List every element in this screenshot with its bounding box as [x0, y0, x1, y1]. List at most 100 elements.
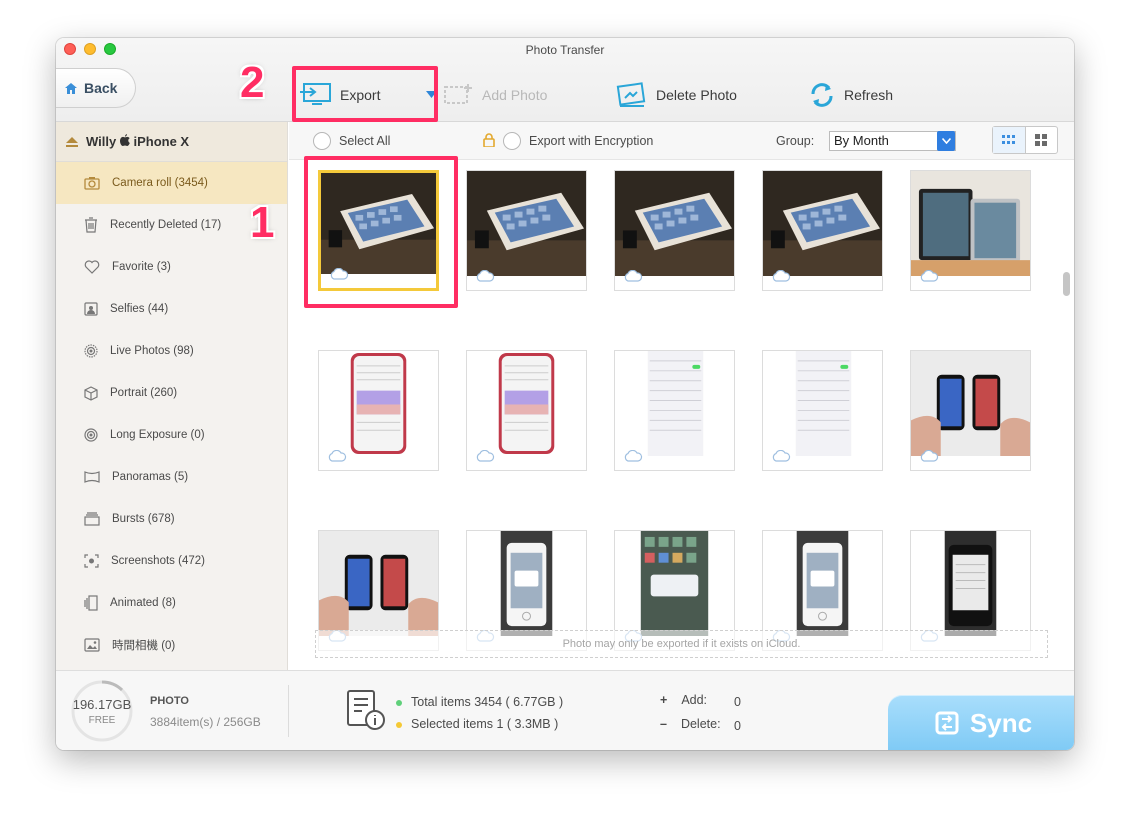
title-bar: Photo Transfer Back Export Add Photo Del… — [56, 38, 1074, 122]
photo-image — [763, 531, 882, 636]
cube-icon — [84, 385, 98, 401]
sidebar-item-label: Screenshots (472) — [111, 555, 205, 567]
sidebar-item-panoramas[interactable]: Panoramas (5) — [56, 456, 287, 498]
portrait-icon — [84, 302, 98, 316]
sidebar-item-label: Long Exposure (0) — [110, 429, 205, 441]
refresh-button[interactable]: Refresh — [808, 78, 893, 112]
sidebar-item-favorite[interactable]: Favorite (3) — [56, 246, 287, 288]
eject-icon[interactable] — [66, 136, 78, 147]
photo-thumbnail[interactable] — [910, 350, 1031, 471]
icloud-icon — [920, 269, 939, 282]
device-model: iPhone X — [133, 134, 190, 149]
view-toggle — [992, 126, 1058, 154]
icloud-icon — [920, 449, 939, 462]
photo-image — [763, 351, 882, 456]
sidebar-item-label: Bursts (678) — [112, 513, 175, 525]
export-encryption-checkbox[interactable] — [503, 132, 521, 150]
photo-thumbnail[interactable] — [762, 350, 883, 471]
sidebar-item-label: Live Photos (98) — [110, 345, 194, 357]
camera-icon — [84, 176, 100, 190]
large-grid-view-button[interactable] — [1026, 127, 1058, 153]
add-photo-label: Add Photo — [482, 87, 548, 103]
icloud-icon — [772, 449, 791, 462]
cloud-badge — [623, 269, 643, 287]
group-select[interactable]: By Month — [829, 131, 956, 151]
step-1-badge: 1 — [250, 198, 275, 247]
icloud-icon — [624, 449, 643, 462]
storage-gauge: 196.17GB FREE — [70, 679, 134, 743]
cloud-badge — [327, 449, 347, 467]
select-all-checkbox[interactable] — [313, 132, 331, 150]
info-document-icon — [347, 690, 385, 730]
heart-icon — [84, 260, 100, 274]
small-grid-view-button[interactable] — [993, 127, 1026, 153]
small-grid-icon — [1001, 135, 1015, 144]
storage-free-label: FREE — [88, 715, 116, 726]
cloud-badge — [771, 269, 791, 287]
photo-image — [319, 531, 438, 636]
refresh-icon — [811, 83, 833, 107]
animated-icon — [84, 595, 98, 611]
scrollbar-thumb[interactable] — [1063, 272, 1070, 296]
add-label: Add: — [681, 693, 708, 707]
photo-highlight-box — [304, 156, 458, 308]
refresh-label: Refresh — [844, 87, 894, 103]
icloud-icon — [772, 269, 791, 282]
sidebar-item-animated[interactable]: Animated (8) — [56, 582, 287, 624]
photo-image — [615, 351, 734, 456]
sync-icon — [935, 711, 959, 735]
device-header[interactable]: Willy iPhone X — [56, 122, 287, 162]
delete-photo-button[interactable]: Delete Photo — [616, 78, 737, 112]
select-all-label[interactable]: Select All — [339, 134, 390, 148]
sidebar-item-label: Camera roll (3454) — [112, 177, 208, 189]
sidebar-item-label: Portrait (260) — [110, 387, 178, 399]
delete-photo-icon — [616, 82, 646, 107]
sidebar-item-bursts[interactable]: Bursts (678) — [56, 498, 287, 540]
step-2-badge: 2 — [240, 58, 265, 107]
photo-image — [911, 531, 1030, 636]
photo-thumbnail[interactable] — [762, 170, 883, 291]
cloud-badge — [919, 269, 939, 287]
icloud-notice: Photo may only be exported if it exists … — [315, 630, 1048, 658]
cloud-badge — [475, 449, 495, 467]
screenshot-icon — [84, 554, 99, 568]
sidebar-item-label: Favorite (3) — [112, 261, 171, 273]
sidebar-item-portrait[interactable]: Portrait (260) — [56, 372, 287, 414]
photo-thumbnail[interactable] — [466, 170, 587, 291]
minus-icon: – — [660, 717, 667, 731]
delete-photo-label: Delete Photo — [656, 87, 737, 103]
sidebar-item-screenshots[interactable]: Screenshots (472) — [56, 540, 287, 582]
photo-thumbnail[interactable] — [614, 170, 735, 291]
device-user: Willy — [86, 134, 117, 149]
photo-thumbnail[interactable] — [614, 350, 735, 471]
group-select-button[interactable] — [937, 131, 955, 151]
sidebar-item-時間相機[interactable]: 時間相機 (0) — [56, 624, 287, 666]
sidebar-item-live[interactable]: Live Photos (98) — [56, 330, 287, 372]
photo-thumbnail[interactable] — [466, 350, 587, 471]
trash-icon — [84, 217, 98, 233]
photo-image — [615, 531, 734, 636]
sync-label: Sync — [969, 707, 1033, 738]
bursts-icon — [84, 512, 100, 526]
export-encryption-label[interactable]: Export with Encryption — [529, 134, 653, 148]
window-title: Photo Transfer — [525, 43, 605, 57]
add-photo-button[interactable]: Add Photo — [442, 78, 547, 112]
sidebar-item-label: 時間相機 (0) — [112, 640, 176, 652]
sidebar-item-label: Recently Deleted (17) — [110, 219, 222, 231]
cloud-badge — [919, 449, 939, 467]
photo-image — [615, 171, 734, 276]
sidebar-item-label: Selfies (44) — [110, 303, 169, 315]
photo-thumbnail[interactable] — [910, 170, 1031, 291]
photo-thumbnail[interactable] — [318, 350, 439, 471]
sidebar-item-selfies[interactable]: Selfies (44) — [56, 288, 287, 330]
long-exposure-icon — [84, 428, 98, 442]
group-select-value: By Month — [834, 133, 889, 148]
total-items: Total items 3454 ( 6.77GB ) — [396, 695, 563, 709]
sidebar-item-long[interactable]: Long Exposure (0) — [56, 414, 287, 456]
photo-image — [911, 351, 1030, 456]
sync-button[interactable]: Sync — [888, 695, 1074, 750]
sidebar-item-label: Animated (8) — [110, 597, 176, 609]
add-photo-icon — [444, 84, 472, 104]
large-grid-icon — [1035, 134, 1048, 146]
back-button[interactable]: Back — [56, 68, 136, 108]
